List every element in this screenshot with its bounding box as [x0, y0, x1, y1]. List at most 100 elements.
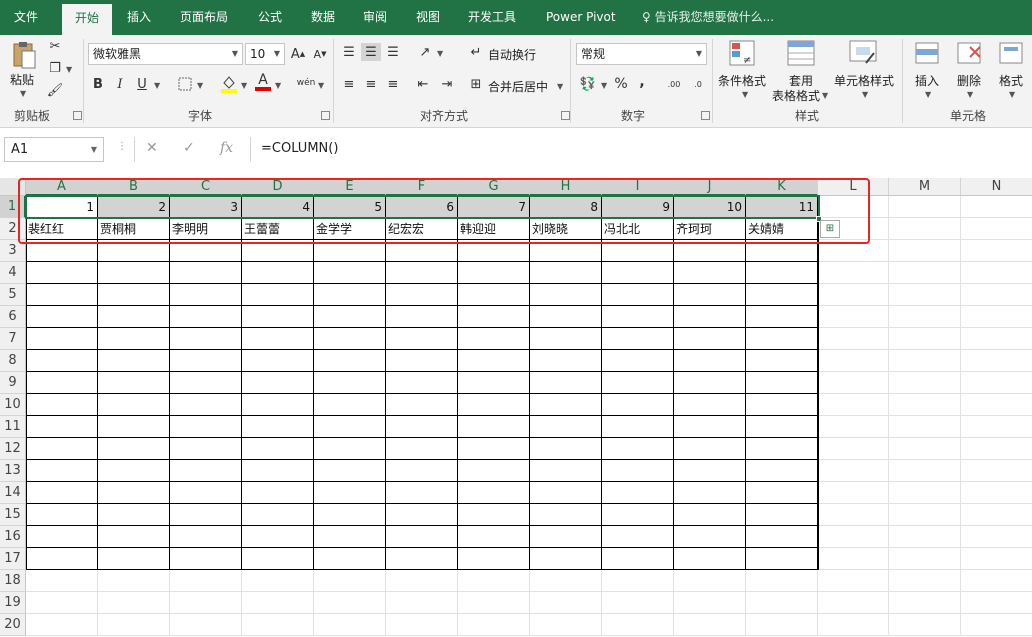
conditional-format-icon[interactable]: ≠ [728, 39, 756, 69]
cell-c14[interactable] [170, 482, 242, 504]
cell-n15[interactable] [961, 504, 1032, 526]
row-header-11[interactable]: 11 [0, 416, 26, 438]
cell-m1[interactable] [889, 196, 961, 218]
cell-e3[interactable] [314, 240, 386, 262]
align-bottom-icon[interactable]: ☰ [383, 43, 403, 61]
cell-h17[interactable] [530, 548, 602, 570]
cell-d18[interactable] [242, 570, 314, 592]
cell-k10[interactable] [746, 394, 818, 416]
cell-i12[interactable] [602, 438, 674, 460]
copy-icon[interactable]: ❐ [46, 59, 64, 77]
cell-j12[interactable] [674, 438, 746, 460]
cell-f4[interactable] [386, 262, 458, 284]
cell-n13[interactable] [961, 460, 1032, 482]
cell-e15[interactable] [314, 504, 386, 526]
cell-i11[interactable] [602, 416, 674, 438]
cell-b14[interactable] [98, 482, 170, 504]
cell-c11[interactable] [170, 416, 242, 438]
column-header-g[interactable]: G [458, 178, 530, 196]
cell-b7[interactable] [98, 328, 170, 350]
cell-n16[interactable] [961, 526, 1032, 548]
cell-a11[interactable] [26, 416, 98, 438]
cell-g15[interactable] [458, 504, 530, 526]
cell-j13[interactable] [674, 460, 746, 482]
cell-h7[interactable] [530, 328, 602, 350]
cell-j1[interactable]: 10 [674, 196, 746, 218]
cell-d16[interactable] [242, 526, 314, 548]
cell-d14[interactable] [242, 482, 314, 504]
row-header-13[interactable]: 13 [0, 460, 26, 482]
cell-h8[interactable] [530, 350, 602, 372]
tab-home[interactable]: 开始 [62, 4, 112, 39]
cell-a14[interactable] [26, 482, 98, 504]
cell-b13[interactable] [98, 460, 170, 482]
phonetic-icon[interactable]: wén [297, 73, 316, 93]
cell-c16[interactable] [170, 526, 242, 548]
cell-n11[interactable] [961, 416, 1032, 438]
cell-l19[interactable] [818, 592, 889, 614]
cell-b10[interactable] [98, 394, 170, 416]
cell-b12[interactable] [98, 438, 170, 460]
cell-c19[interactable] [170, 592, 242, 614]
cell-k16[interactable] [746, 526, 818, 548]
row-header-4[interactable]: 4 [0, 262, 26, 284]
cell-l10[interactable] [818, 394, 889, 416]
cell-g6[interactable] [458, 306, 530, 328]
italic-button[interactable]: I [113, 75, 127, 93]
cell-f11[interactable] [386, 416, 458, 438]
cell-d1[interactable]: 4 [242, 196, 314, 218]
cell-e13[interactable] [314, 460, 386, 482]
tab-developer[interactable]: 开发工具 [468, 0, 516, 35]
cell-d2[interactable]: 王蕾蕾 [242, 218, 314, 240]
cell-f18[interactable] [386, 570, 458, 592]
cell-h6[interactable] [530, 306, 602, 328]
cell-f7[interactable] [386, 328, 458, 350]
format-dropdown-icon[interactable]: ▼ [1009, 90, 1015, 99]
paste-dropdown-icon[interactable]: ▼ [20, 89, 26, 98]
align-center-icon[interactable]: ≡ [361, 75, 381, 93]
cell-e11[interactable] [314, 416, 386, 438]
cell-e5[interactable] [314, 284, 386, 306]
tab-power-pivot[interactable]: Power Pivot [546, 0, 616, 35]
cell-f5[interactable] [386, 284, 458, 306]
cell-h15[interactable] [530, 504, 602, 526]
formula-input[interactable]: =COLUMN() [250, 137, 1032, 162]
cell-m2[interactable] [889, 218, 961, 240]
cell-i19[interactable] [602, 592, 674, 614]
cell-m3[interactable] [889, 240, 961, 262]
column-header-a[interactable]: A [26, 178, 98, 196]
row-header-8[interactable]: 8 [0, 350, 26, 372]
comma-button[interactable]: , [636, 73, 648, 91]
cell-m18[interactable] [889, 570, 961, 592]
cell-n19[interactable] [961, 592, 1032, 614]
cell-b20[interactable] [98, 614, 170, 636]
cell-n17[interactable] [961, 548, 1032, 570]
cell-a4[interactable] [26, 262, 98, 284]
cell-i17[interactable] [602, 548, 674, 570]
cell-d5[interactable] [242, 284, 314, 306]
cell-g5[interactable] [458, 284, 530, 306]
cell-a12[interactable] [26, 438, 98, 460]
font-color-button[interactable]: A [255, 71, 271, 93]
cell-e10[interactable] [314, 394, 386, 416]
paste-label[interactable]: 粘贴 [10, 71, 34, 88]
cell-l5[interactable] [818, 284, 889, 306]
cell-j2[interactable]: 齐珂珂 [674, 218, 746, 240]
cell-a19[interactable] [26, 592, 98, 614]
cell-d3[interactable] [242, 240, 314, 262]
cell-g16[interactable] [458, 526, 530, 548]
merge-dropdown-icon[interactable]: ▼ [557, 82, 563, 91]
tab-page-layout[interactable]: 页面布局 [180, 0, 228, 35]
cell-h3[interactable] [530, 240, 602, 262]
cell-i2[interactable]: 冯北北 [602, 218, 674, 240]
cell-m20[interactable] [889, 614, 961, 636]
cell-l17[interactable] [818, 548, 889, 570]
underline-button[interactable]: U [135, 75, 149, 93]
cell-n12[interactable] [961, 438, 1032, 460]
cell-a18[interactable] [26, 570, 98, 592]
cell-f14[interactable] [386, 482, 458, 504]
cell-i8[interactable] [602, 350, 674, 372]
cell-k4[interactable] [746, 262, 818, 284]
cell-j14[interactable] [674, 482, 746, 504]
delete-dropdown-icon[interactable]: ▼ [967, 90, 973, 99]
